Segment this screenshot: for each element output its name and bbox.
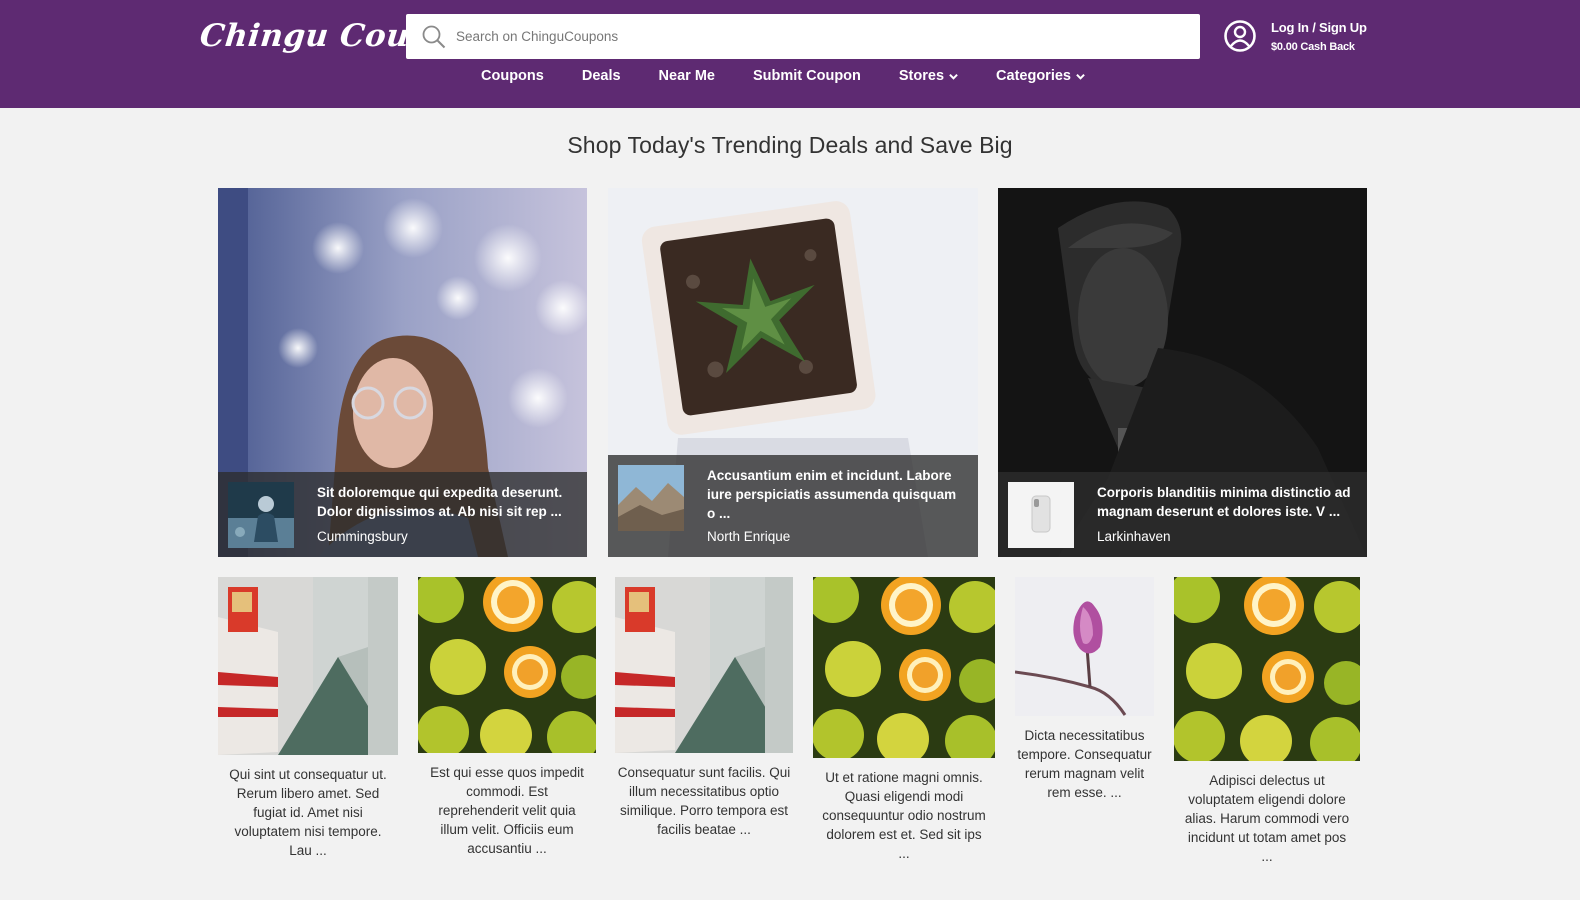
nav-label: Near Me xyxy=(658,68,715,84)
oranges-image xyxy=(813,577,995,758)
deal-location: North Enrique xyxy=(707,529,791,544)
nav-label: Deals xyxy=(581,68,621,84)
main-nav: Coupons Deals Near Me Submit Coupon Stor… xyxy=(0,68,1580,84)
deal-description: Dicta necessitatibus tempore. Consequatu… xyxy=(1017,728,1152,800)
chevron-down-icon xyxy=(1076,73,1085,80)
nav-label: Submit Coupon xyxy=(752,68,861,84)
deal-title: Accusantium enim et incidunt. Labore iur… xyxy=(707,468,957,521)
subway-train-image xyxy=(218,577,398,755)
nav-submit-coupon[interactable]: Submit Coupon xyxy=(753,68,861,84)
featured-deal-card[interactable]: Sit doloremque qui expedita deserunt. Do… xyxy=(218,188,587,557)
nav-label: Stores xyxy=(898,68,945,84)
page-title: Shop Today's Trending Deals and Save Big xyxy=(567,132,1013,158)
deal-description: Est qui esse quos impedit commodi. Est r… xyxy=(430,765,584,856)
cashback-balance: $0.00 Cash Back xyxy=(1271,40,1355,53)
nav-stores-dropdown[interactable]: Stores xyxy=(899,68,958,84)
deal-description: Qui sint ut consequatur ut. Rerum libero… xyxy=(229,767,387,858)
subway-train-image xyxy=(615,577,793,753)
mountain-landscape-thumbnail xyxy=(618,465,684,531)
deal-location: Larkinhaven xyxy=(1097,529,1171,544)
deal-description: Consequatur sunt facilis. Qui illum nece… xyxy=(617,765,791,837)
nav-coupons[interactable]: Coupons xyxy=(481,68,544,84)
deal-description: Ut et ratione magni omnis. Quasi eligend… xyxy=(822,770,986,861)
deal-location: Cummingsbury xyxy=(317,529,408,544)
deal-title: Sit doloremque qui expedita deserunt. Do… xyxy=(317,485,563,519)
card-caption-overlay: Corporis blanditiis minima distinctio ad… xyxy=(998,472,1367,557)
chevron-down-icon xyxy=(949,73,958,80)
nav-near-me[interactable]: Near Me xyxy=(659,68,715,84)
search-input[interactable] xyxy=(456,14,1200,59)
search-icon[interactable] xyxy=(412,14,456,59)
featured-deal-card[interactable]: Corporis blanditiis minima distinctio ad… xyxy=(998,188,1367,557)
nav-label: Coupons xyxy=(481,68,544,84)
featured-deal-card[interactable]: Accusantium enim et incidunt. Labore iur… xyxy=(608,188,978,557)
search-bar xyxy=(406,14,1200,59)
nav-label: Categories xyxy=(996,68,1071,84)
person-snow-thumbnail xyxy=(228,482,294,548)
account-area: Log In / Sign Up $0.00 Cash Back xyxy=(1223,18,1367,54)
smartphone-thumbnail xyxy=(1008,482,1074,548)
deal-description: Adipisci delectus ut voluptatem eligendi… xyxy=(1184,773,1350,864)
oranges-image xyxy=(418,577,596,753)
nav-deals[interactable]: Deals xyxy=(582,68,621,84)
card-caption-overlay: Accusantium enim et incidunt. Labore iur… xyxy=(608,455,978,557)
account-text: Log In / Sign Up $0.00 Cash Back xyxy=(1271,20,1367,53)
site-header: Chingu Coupons Log In / Sign Up $0.00 Ca… xyxy=(0,0,1580,108)
oranges-image xyxy=(1174,577,1360,761)
card-caption-overlay: Sit doloremque qui expedita deserunt. Do… xyxy=(218,472,587,557)
deal-title: Corporis blanditiis minima distinctio ad… xyxy=(1097,485,1351,519)
magnolia-flower-image xyxy=(1015,577,1154,716)
nav-categories-dropdown[interactable]: Categories xyxy=(996,68,1085,84)
login-signup-link[interactable]: Log In / Sign Up xyxy=(1271,20,1367,35)
user-account-icon[interactable] xyxy=(1223,18,1257,54)
